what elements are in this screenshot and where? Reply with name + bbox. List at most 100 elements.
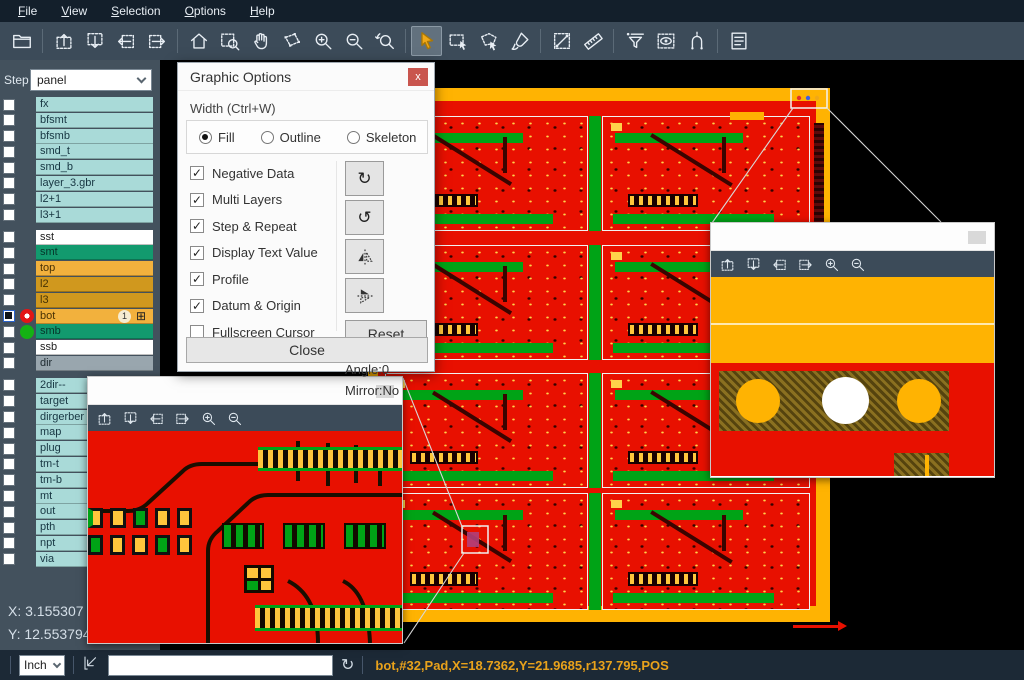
select-cursor-icon[interactable] <box>411 26 442 56</box>
layer-row[interactable]: l3 <box>0 293 160 308</box>
option-checkbox-row[interactable]: ✓ Profile <box>190 271 318 287</box>
close-icon[interactable]: x <box>408 68 428 86</box>
layer-checkbox[interactable] <box>3 490 15 502</box>
pan-up-icon[interactable] <box>719 256 736 273</box>
zoom-out-icon[interactable] <box>226 410 243 427</box>
layer-checkbox[interactable] <box>3 474 15 486</box>
layer-name[interactable]: l3 <box>36 293 153 308</box>
layer-row[interactable]: l2+1 <box>0 192 160 207</box>
layer-name[interactable]: ssb <box>36 340 153 355</box>
layer-checkbox[interactable] <box>3 193 15 205</box>
measure-distance-icon[interactable] <box>546 26 577 56</box>
layer-checkbox[interactable] <box>3 537 15 549</box>
layer-row[interactable]: fx <box>0 97 160 112</box>
checkbox[interactable]: ✓ <box>190 219 204 233</box>
layer-row[interactable]: sst <box>0 230 160 245</box>
unit-select[interactable]: Inch <box>19 655 65 676</box>
pan-down-icon[interactable] <box>122 410 139 427</box>
menu-item[interactable]: View <box>51 1 97 21</box>
inspect-eye-icon[interactable] <box>650 26 681 56</box>
layer-row[interactable]: smd_t <box>0 144 160 159</box>
layer-checkbox[interactable] <box>3 506 15 518</box>
zoom-out-icon[interactable] <box>849 256 866 273</box>
option-checkbox-row[interactable]: ✓ Negative Data <box>190 165 318 181</box>
option-checkbox-row[interactable]: ✓ Datum & Origin <box>190 298 318 314</box>
layer-name[interactable]: l2 <box>36 277 153 292</box>
layer-checkbox[interactable] <box>3 162 15 174</box>
layer-row[interactable]: layer_3.gbr <box>0 176 160 191</box>
layer-row[interactable]: bfsmt <box>0 113 160 128</box>
layer-row[interactable]: smb <box>0 324 160 339</box>
layer-row[interactable]: ssb <box>0 340 160 355</box>
corner-pick-icon[interactable] <box>82 654 100 677</box>
pan-right-icon[interactable] <box>174 410 191 427</box>
layer-checkbox[interactable] <box>3 130 15 142</box>
layer-checkbox[interactable] <box>3 146 15 158</box>
layer-checkbox[interactable] <box>3 326 15 338</box>
option-checkbox-row[interactable]: ✓ Multi Layers <box>190 192 318 208</box>
pan-down-icon[interactable] <box>79 26 110 56</box>
pan-right-icon[interactable] <box>797 256 814 273</box>
dialog-titlebar[interactable]: Graphic Options x <box>178 63 434 91</box>
radio-circle[interactable] <box>261 131 274 144</box>
clear-brush-icon[interactable] <box>504 26 535 56</box>
layer-name[interactable]: sst <box>36 230 153 245</box>
layer-checkbox[interactable] <box>3 427 15 439</box>
layer-checkbox[interactable] <box>3 294 15 306</box>
layer-checkbox[interactable] <box>3 263 15 275</box>
pan-up-icon[interactable] <box>48 26 79 56</box>
checkbox[interactable]: ✓ <box>190 193 204 207</box>
zoom-in-icon[interactable] <box>200 410 217 427</box>
layer-checkbox[interactable] <box>3 411 15 423</box>
layer-checkbox[interactable] <box>3 522 15 534</box>
command-input[interactable] <box>108 655 333 676</box>
select-rect-icon[interactable] <box>442 26 473 56</box>
layer-checkbox[interactable] <box>3 357 15 369</box>
refresh-icon[interactable]: ↻ <box>341 655 354 675</box>
layer-checkbox[interactable] <box>3 247 15 259</box>
layer-name[interactable]: dir <box>36 356 153 371</box>
layer-row[interactable]: bot 1 ⊞ <box>0 309 160 324</box>
checkbox[interactable]: ✓ <box>190 272 204 286</box>
layer-checkbox[interactable] <box>3 395 15 407</box>
layer-name[interactable]: l3+1 <box>36 208 153 223</box>
open-folder-icon[interactable] <box>6 26 37 56</box>
layer-checkbox[interactable] <box>3 278 15 290</box>
layer-name[interactable]: layer_3.gbr <box>36 176 153 191</box>
zoom-in-icon[interactable] <box>823 256 840 273</box>
zoom-out-icon[interactable] <box>338 26 369 56</box>
layer-checkbox[interactable] <box>3 443 15 455</box>
layer-checkbox[interactable] <box>3 342 15 354</box>
pan-down-icon[interactable] <box>745 256 762 273</box>
checkbox[interactable]: ✓ <box>190 246 204 260</box>
home-view-icon[interactable] <box>183 26 214 56</box>
layer-row[interactable]: top <box>0 261 160 276</box>
layer-name[interactable]: top <box>36 261 153 276</box>
layer-name[interactable]: fx <box>36 97 153 112</box>
pan-hand-icon[interactable] <box>245 26 276 56</box>
magnifier-view[interactable] <box>711 277 994 476</box>
layer-row[interactable]: smd_b <box>0 160 160 175</box>
layer-checkbox[interactable] <box>3 99 15 111</box>
menu-item[interactable]: Help <box>240 1 285 21</box>
layer-checkbox[interactable] <box>3 209 15 221</box>
layer-row[interactable]: dir <box>0 356 160 371</box>
layer-checkbox[interactable] <box>3 379 15 391</box>
mirror-vertical-icon[interactable] <box>345 278 384 313</box>
zoom-in-icon[interactable] <box>307 26 338 56</box>
close-button[interactable]: Close <box>186 337 428 363</box>
magnifier-titlebar[interactable] <box>711 223 994 251</box>
layer-name[interactable]: bfsmb <box>36 129 153 144</box>
radio-circle[interactable] <box>199 131 212 144</box>
option-checkbox-row[interactable]: ✓ Display Text Value <box>190 245 318 261</box>
menu-item[interactable]: File <box>8 1 47 21</box>
width-mode-radio[interactable]: Fill <box>199 130 235 145</box>
zoom-previous-icon[interactable] <box>369 26 400 56</box>
layer-row[interactable]: smt <box>0 245 160 260</box>
layer-row[interactable]: bfsmb <box>0 129 160 144</box>
width-mode-radio[interactable]: Outline <box>261 130 321 145</box>
menu-item[interactable]: Selection <box>101 1 170 21</box>
pan-right-icon[interactable] <box>141 26 172 56</box>
zoom-window-icon[interactable] <box>214 26 245 56</box>
pan-left-icon[interactable] <box>148 410 165 427</box>
